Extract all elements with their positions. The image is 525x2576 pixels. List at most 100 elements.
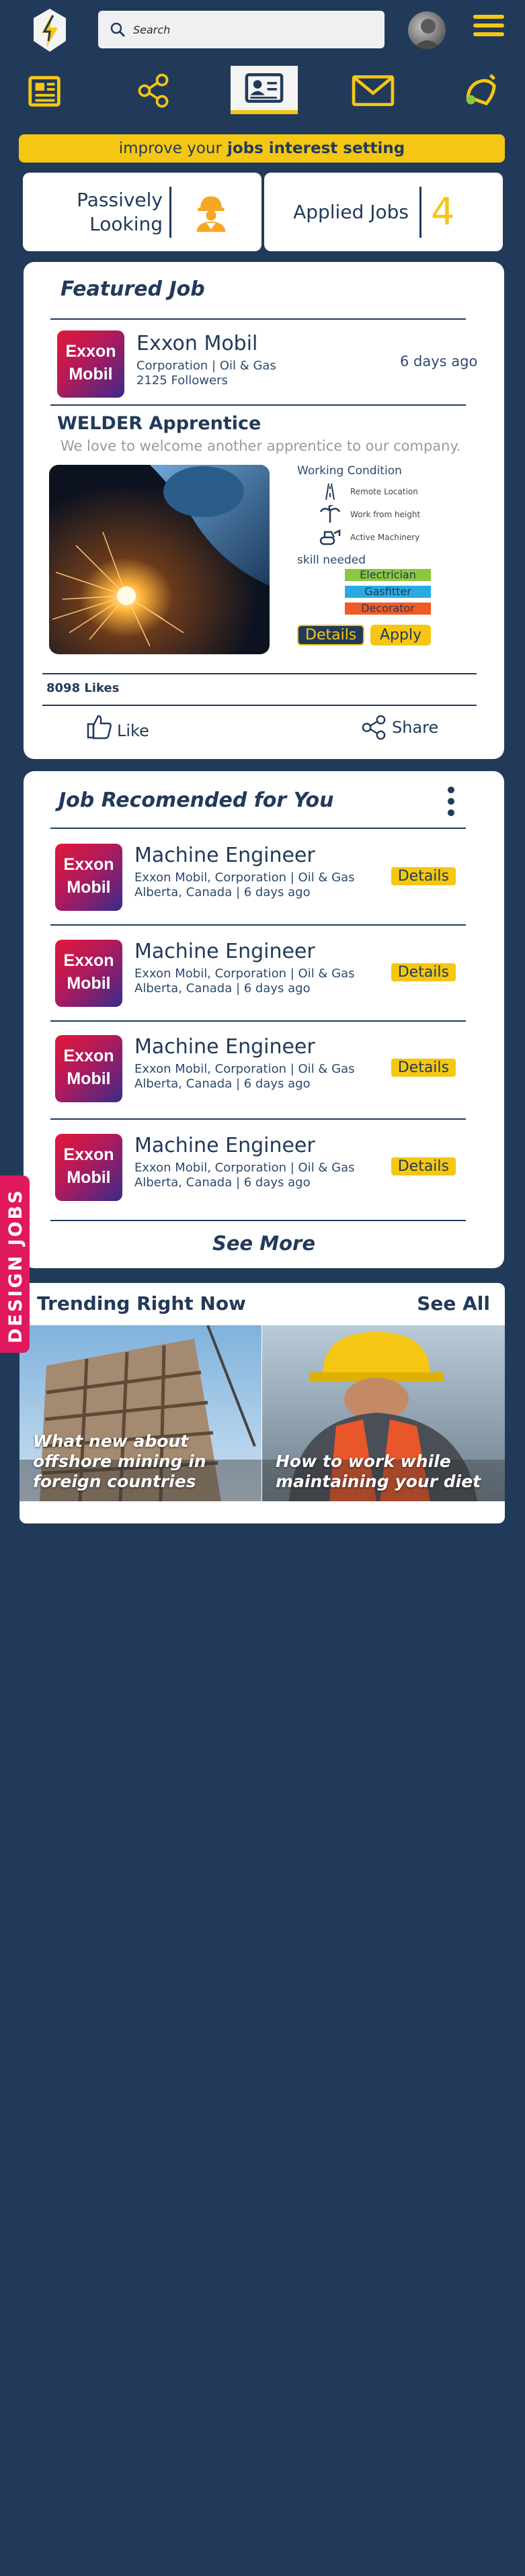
- menu-icon-bar: [473, 15, 504, 19]
- road-icon: [325, 483, 335, 500]
- share-label: Share: [392, 718, 439, 737]
- divider: [42, 705, 477, 706]
- details-button[interactable]: Details: [391, 1059, 456, 1077]
- company-category: Corporation | Oil & Gas: [136, 359, 276, 373]
- menu-button[interactable]: [473, 15, 504, 44]
- mail-icon: [352, 75, 395, 106]
- job-title[interactable]: WELDER Apprentice: [57, 413, 261, 434]
- likes-count: 8098 Likes: [46, 681, 120, 695]
- divider: [50, 404, 466, 406]
- job-company: Exxon Mobil, Corporation | Oil & Gas: [134, 967, 355, 981]
- job-list-item[interactable]: Exxon Mobil Machine Engineer Exxon Mobil,…: [30, 844, 464, 918]
- job-meta: Alberta, Canada | 6 days ago: [134, 1175, 311, 1190]
- trending-article-2[interactable]: How to work while maintaining your diet: [262, 1325, 505, 1501]
- details-button[interactable]: Details: [297, 625, 365, 646]
- job-meta: Alberta, Canada | 6 days ago: [134, 1077, 311, 1091]
- company-logo: Exxon Mobil: [55, 844, 122, 911]
- nav-notifications[interactable]: [458, 67, 505, 114]
- share-button[interactable]: Share: [361, 715, 438, 740]
- condition-remote-location: Remote Location: [319, 482, 418, 501]
- divider: [50, 1020, 466, 1022]
- details-button[interactable]: Details: [391, 963, 456, 981]
- logo-line-2: Mobil: [69, 365, 113, 384]
- job-list-item[interactable]: Exxon Mobil Machine Engineer Exxon Mobil,…: [30, 940, 464, 1014]
- applied-jobs-count: 4: [431, 190, 455, 234]
- nav-share[interactable]: [130, 67, 177, 114]
- palm-tree-icon: [319, 505, 341, 523]
- skill-gasfitter: Gasfitter: [345, 586, 431, 598]
- job-list-item[interactable]: Exxon Mobil Machine Engineer Exxon Mobil,…: [30, 1134, 464, 1208]
- divider: [42, 673, 477, 674]
- nav-mail[interactable]: [350, 67, 397, 114]
- bell-icon: [466, 74, 496, 106]
- nav-row: [0, 64, 525, 118]
- logo-line-2: Mobil: [67, 878, 111, 897]
- like-label: Like: [117, 721, 149, 740]
- job-company: Exxon Mobil, Corporation | Oil & Gas: [134, 871, 355, 885]
- id-card-icon: [245, 73, 284, 103]
- featured-job-title: Featured Job: [60, 277, 205, 301]
- nav-jobs-active[interactable]: [231, 66, 298, 114]
- applied-jobs-card[interactable]: Applied Jobs 4: [264, 173, 503, 251]
- passive-line-2: Looking: [89, 212, 163, 235]
- see-more-link[interactable]: See More: [24, 1232, 504, 1255]
- details-button[interactable]: Details: [391, 1157, 456, 1175]
- more-options-icon[interactable]: [446, 786, 456, 817]
- logo-line-2: Mobil: [67, 1168, 111, 1187]
- condition-work-from-height: Work from height: [319, 505, 420, 524]
- job-title: Machine Engineer: [134, 844, 315, 867]
- share-icon: [138, 73, 169, 108]
- trending-article-1[interactable]: What new about offshore mining in foreig…: [19, 1325, 261, 1501]
- article-caption: What new about offshore mining in foreig…: [33, 1431, 206, 1491]
- company-name[interactable]: Exxon Mobil: [136, 332, 257, 355]
- details-button[interactable]: Details: [391, 867, 456, 885]
- divider: [50, 1118, 466, 1120]
- company-logo[interactable]: Exxon Mobil: [57, 330, 124, 398]
- like-button[interactable]: Like: [86, 713, 149, 740]
- divider: [50, 318, 466, 320]
- posted-time: 6 days ago: [400, 353, 478, 369]
- banner-text: improve your: [118, 140, 222, 157]
- company-logo: Exxon Mobil: [55, 1134, 122, 1201]
- interest-setting-banner[interactable]: improve your jobs interest setting: [19, 134, 505, 163]
- recommended-title: Job Recomended for You: [58, 789, 334, 812]
- welder-image: [49, 465, 270, 654]
- article-caption: How to work while maintaining your diet: [276, 1452, 481, 1491]
- logo-line-1: Exxon: [63, 1047, 114, 1065]
- job-meta: Alberta, Canada | 6 days ago: [134, 981, 311, 995]
- logo-line-1: Exxon: [65, 342, 116, 361]
- job-title: Machine Engineer: [134, 1035, 315, 1059]
- divider: [169, 186, 171, 238]
- banner-link[interactable]: jobs interest setting: [227, 140, 405, 157]
- divider: [50, 924, 466, 926]
- divider: [419, 186, 421, 238]
- working-condition-label: Working Condition: [297, 464, 402, 478]
- search-icon: [110, 22, 125, 37]
- worker-icon: [196, 195, 226, 232]
- condition-label: Work from height: [350, 510, 421, 519]
- thumbs-up-icon: [87, 715, 112, 740]
- nav-news[interactable]: [22, 67, 69, 114]
- skill-needed-label: skill needed: [297, 553, 366, 567]
- passively-looking-card[interactable]: Passively Looking: [23, 173, 261, 251]
- see-all-link[interactable]: See All: [417, 1292, 490, 1315]
- job-list-item[interactable]: Exxon Mobil Machine Engineer Exxon Mobil,…: [30, 1035, 464, 1109]
- job-company: Exxon Mobil, Corporation | Oil & Gas: [134, 1062, 355, 1076]
- condition-label: Remote Location: [350, 487, 418, 496]
- company-logo: Exxon Mobil: [55, 940, 122, 1007]
- user-avatar[interactable]: [408, 11, 446, 49]
- logo-line-2: Mobil: [67, 1069, 111, 1088]
- menu-icon-bar: [473, 24, 504, 28]
- apply-button[interactable]: Apply: [370, 625, 432, 646]
- design-jobs-tab[interactable]: DESIGN JOBS: [0, 1175, 30, 1353]
- search-input[interactable]: Search: [133, 24, 170, 36]
- passively-looking-label: Passively Looking: [23, 188, 163, 236]
- divider: [50, 828, 466, 829]
- job-description: We love to welcome another apprentice to…: [60, 438, 461, 454]
- logo-line-2: Mobil: [67, 974, 111, 993]
- job-company: Exxon Mobil, Corporation | Oil & Gas: [134, 1161, 355, 1175]
- job-title: Machine Engineer: [134, 940, 315, 963]
- app-logo-icon[interactable]: [31, 7, 69, 54]
- search-bar[interactable]: Search: [98, 11, 385, 48]
- machinery-icon: [319, 529, 341, 545]
